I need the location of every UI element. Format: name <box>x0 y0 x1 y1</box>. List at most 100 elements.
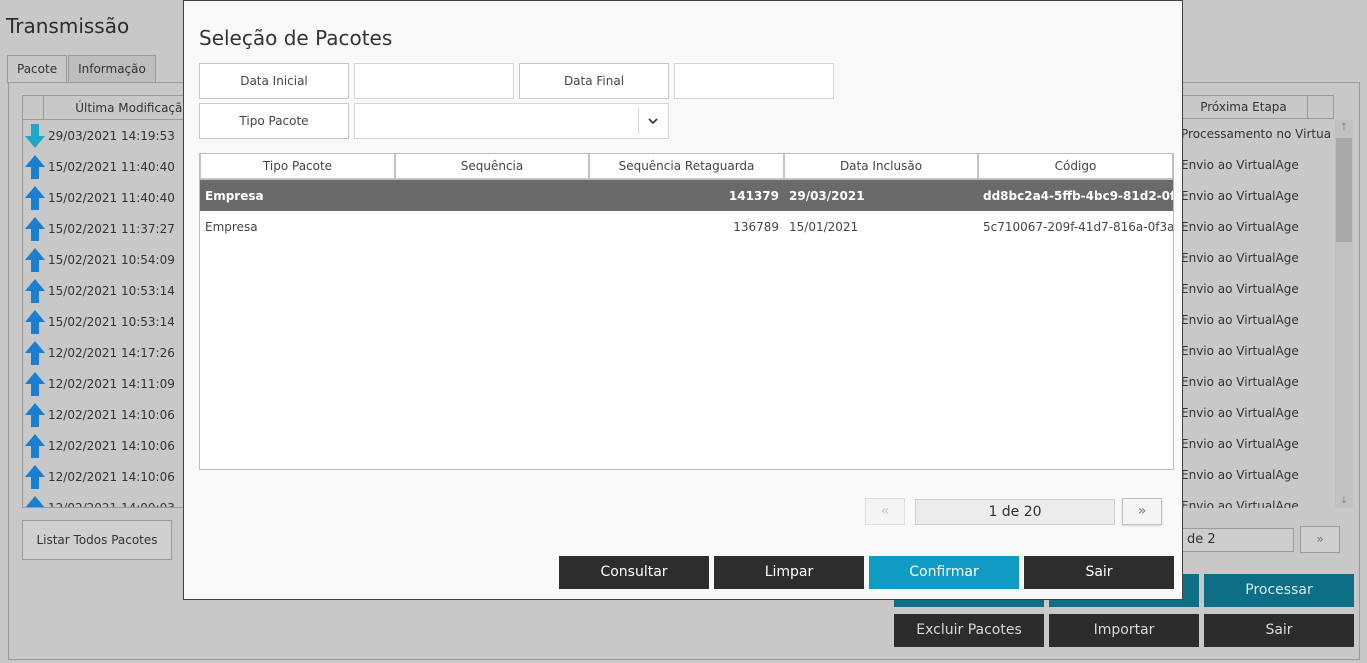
table-row[interactable]: 15/02/2021 11:37:27 <box>23 213 191 244</box>
exit-button[interactable]: Sair <box>1204 614 1354 647</box>
process-button[interactable]: Processar <box>1204 574 1354 607</box>
column-header-sequencia[interactable]: Sequência <box>395 154 589 179</box>
codigo-cell: 5c710067-209f-41d7-816a-0f3a996 <box>983 219 1173 234</box>
page-indicator: de 2 <box>1182 528 1294 552</box>
grid-scrollbar[interactable]: ↑ ↓ <box>1335 120 1353 508</box>
page-indicator: 1 de 20 <box>915 499 1115 525</box>
delete-packages-button[interactable]: Excluir Pacotes <box>894 614 1044 647</box>
arrow-down-icon <box>24 123 46 149</box>
table-row[interactable]: 29/03/2021 14:19:53 <box>23 120 191 151</box>
codigo-cell: dd8bc2a4-5ffb-4bc9-81d2-0f004e70 <box>983 188 1173 203</box>
table-row[interactable]: 15/02/2021 10:53:14 <box>23 275 191 306</box>
arrow-up-icon <box>24 433 46 459</box>
column-header-next-step[interactable]: Próxima Etapa <box>1180 95 1308 119</box>
arrow-up-icon <box>24 247 46 273</box>
arrow-up-icon <box>24 278 46 304</box>
sair-button[interactable]: Sair <box>1024 556 1174 589</box>
packages-table[interactable]: Tipo Pacote Sequência Sequência Retaguarda… <box>199 153 1174 470</box>
sequencia-retaguarda-cell: 136789 <box>733 219 779 234</box>
arrow-up-icon <box>24 495 46 507</box>
table-row[interactable]: 15/02/2021 10:53:14 <box>23 306 191 337</box>
package-type-label: Tipo Pacote <box>199 103 349 139</box>
tab-informacao[interactable]: Informação <box>68 55 156 83</box>
start-date-input[interactable] <box>354 63 514 99</box>
next-step-cell: Envio ao VirtualAge <box>1181 251 1299 265</box>
last-modified-cell: 15/02/2021 11:40:40 <box>48 190 175 205</box>
sequencia-retaguarda-cell: 141379 <box>728 188 779 203</box>
scroll-up-icon[interactable]: ↑ <box>1335 122 1353 133</box>
import-button[interactable]: Importar <box>1049 614 1199 647</box>
next-page-button[interactable]: » <box>1300 526 1340 553</box>
end-date-input[interactable] <box>674 63 834 99</box>
arrow-up-icon <box>24 185 46 211</box>
confirmar-button[interactable]: Confirmar <box>869 556 1019 589</box>
table-row[interactable]: 15/02/2021 10:54:09 <box>23 244 191 275</box>
next-step-cell: Envio ao VirtualAge <box>1181 499 1299 508</box>
chevron-down-icon[interactable] <box>646 114 660 128</box>
data-inclusao-cell: 29/03/2021 <box>789 188 865 203</box>
next-step-rows: Processamento no VirtualAge Envio ao Virt… <box>1180 119 1355 508</box>
last-modified-cell: 12/02/2021 14:00:03 <box>48 500 175 508</box>
table-row[interactable]: Empresa 141379 29/03/2021 dd8bc2a4-5ffb-4bc… <box>200 180 1173 211</box>
table-row[interactable]: 12/02/2021 14:10:06 <box>23 430 191 461</box>
window-title: Transmissão <box>6 14 130 38</box>
next-step-cell: Envio ao VirtualAge <box>1181 189 1299 203</box>
last-modified-cell: 12/02/2021 14:17:26 <box>48 345 175 360</box>
last-modified-cell: 12/02/2021 14:11:09 <box>48 376 175 391</box>
column-header-codigo[interactable]: Código <box>978 154 1173 179</box>
next-step-cell: Envio ao VirtualAge <box>1181 468 1299 482</box>
table-row[interactable]: 12/02/2021 14:00:03 <box>23 492 191 508</box>
scroll-down-icon[interactable]: ↓ <box>1335 495 1353 506</box>
last-modified-cell: 12/02/2021 14:10:06 <box>48 407 175 422</box>
limpar-button[interactable]: Limpar <box>714 556 864 589</box>
table-row[interactable]: 12/02/2021 14:10:06 <box>23 461 191 492</box>
last-modified-cell: 12/02/2021 14:10:06 <box>48 469 175 484</box>
package-type-select[interactable] <box>354 103 669 139</box>
grid-header-right: Próxima Etapa <box>1180 95 1355 119</box>
table-row[interactable]: 12/02/2021 14:17:26 <box>23 337 191 368</box>
last-modified-cell: 15/02/2021 10:53:14 <box>48 283 175 298</box>
dialog-title: Seleção de Pacotes <box>199 26 393 50</box>
arrow-up-icon <box>24 402 46 428</box>
column-header-tipo-pacote[interactable]: Tipo Pacote <box>200 154 395 179</box>
grid-rows: 29/03/2021 14:19:53 15/02/2021 11:40:40 15… <box>23 120 191 508</box>
next-step-cell: Processamento no VirtualAge <box>1181 127 1330 141</box>
last-modified-cell: 15/02/2021 10:53:14 <box>48 314 175 329</box>
previous-page-button[interactable]: « <box>865 498 905 525</box>
column-header-sequencia-retaguarda[interactable]: Sequência Retaguarda <box>589 154 784 179</box>
grid-header-spacer <box>23 96 44 119</box>
table-row[interactable]: 15/02/2021 11:40:40 <box>23 182 191 213</box>
tipo-pacote-cell: Empresa <box>205 188 264 203</box>
last-modified-cell: 15/02/2021 11:40:40 <box>48 159 175 174</box>
table-row[interactable]: 12/02/2021 14:11:09 <box>23 368 191 399</box>
select-divider <box>638 108 639 134</box>
table-row[interactable]: 15/02/2021 11:40:40 <box>23 151 191 182</box>
grid-header-spacer <box>1308 95 1334 119</box>
table-row[interactable]: 12/02/2021 14:10:06 <box>23 399 191 430</box>
column-header-last-modified[interactable]: Última Modificação <box>44 96 191 119</box>
next-step-cell: Envio ao VirtualAge <box>1181 375 1299 389</box>
next-step-cell: Envio ao VirtualAge <box>1181 282 1299 296</box>
next-step-cell: Envio ao VirtualAge <box>1181 344 1299 358</box>
tab-pacote[interactable]: Pacote <box>7 55 68 84</box>
table-row[interactable]: Empresa 136789 15/01/2021 5c710067-209f-41d… <box>200 211 1173 242</box>
column-header-data-inclusao[interactable]: Data Inclusão <box>784 154 978 179</box>
package-selection-dialog: Seleção de Pacotes Data Inicial Data Fin… <box>183 0 1183 600</box>
next-page-button[interactable]: » <box>1122 498 1162 525</box>
next-step-column: Próxima Etapa Processamento no VirtualAg… <box>1180 95 1355 508</box>
consultar-button[interactable]: Consultar <box>559 556 709 589</box>
list-all-packages-button[interactable]: Listar Todos Pacotes <box>22 520 172 560</box>
next-step-cell: Envio ao VirtualAge <box>1181 220 1299 234</box>
next-step-cell: Envio ao VirtualAge <box>1181 158 1299 172</box>
end-date-label: Data Final <box>519 63 669 99</box>
tipo-pacote-cell: Empresa <box>205 219 258 234</box>
last-modified-cell: 15/02/2021 10:54:09 <box>48 252 175 267</box>
arrow-up-icon <box>24 154 46 180</box>
data-inclusao-cell: 15/01/2021 <box>789 219 859 234</box>
arrow-up-icon <box>24 340 46 366</box>
scrollbar-thumb[interactable] <box>1336 138 1352 242</box>
next-step-cell: Envio ao VirtualAge <box>1181 406 1299 420</box>
packages-grid[interactable]: Última Modificação 29/03/2021 14:19:53 15… <box>22 95 192 508</box>
next-step-cell: Envio ao VirtualAge <box>1181 313 1299 327</box>
arrow-up-icon <box>24 216 46 242</box>
